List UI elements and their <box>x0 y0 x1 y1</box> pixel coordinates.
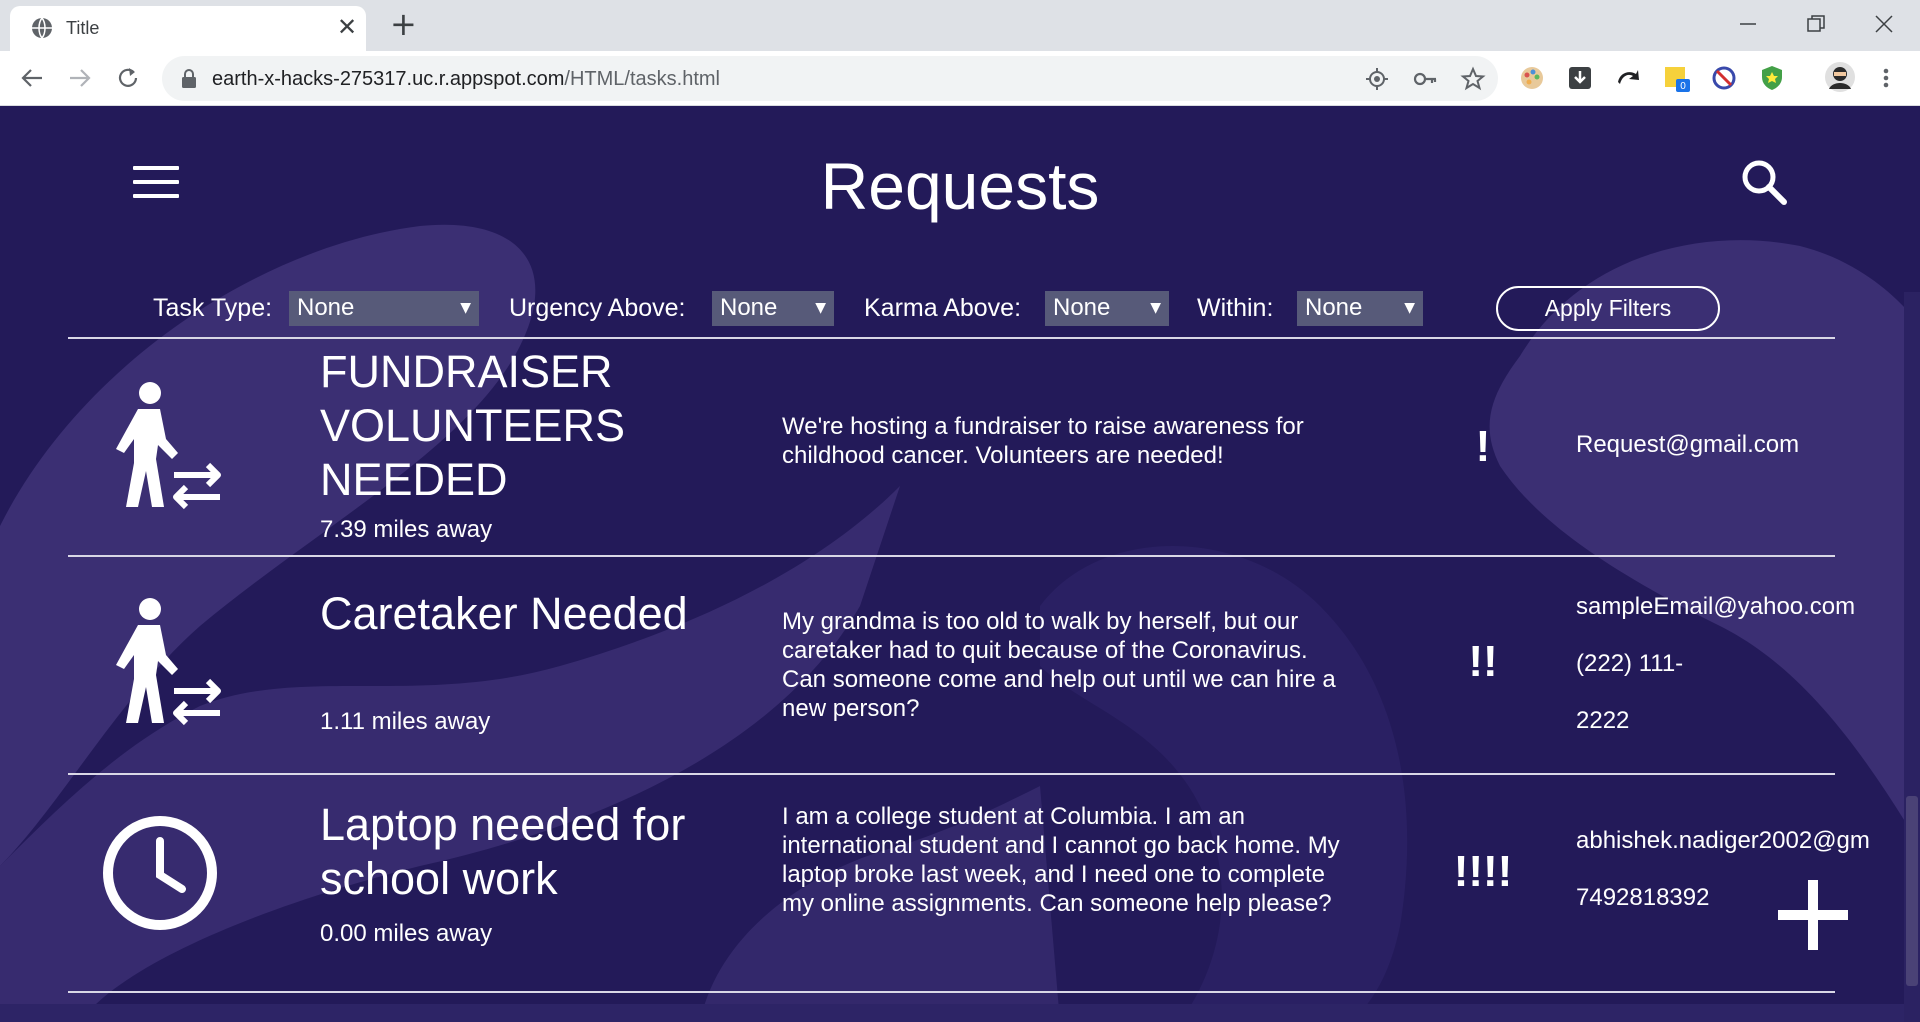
task-type-select[interactable]: None ▼ <box>289 291 479 326</box>
urgency-indicator: !! <box>1468 637 1498 686</box>
apply-filters-button[interactable]: Apply Filters <box>1496 286 1720 331</box>
star-icon[interactable] <box>1460 66 1486 92</box>
url-host: earth-x-hacks-275317.uc.r.appspot.com <box>212 68 565 90</box>
request-description: I am a college student at Columbia. I am… <box>782 803 1340 917</box>
scrollbar-thumb[interactable] <box>1906 796 1918 986</box>
request-title: Caretaker Needed <box>320 588 688 639</box>
tab-title: Title <box>66 18 100 38</box>
palette-extension-icon[interactable] <box>1518 64 1546 92</box>
profile-avatar-icon[interactable] <box>1824 61 1856 93</box>
extension-badge: 0 <box>1680 81 1686 92</box>
back-icon[interactable] <box>18 64 46 92</box>
url-path: /HTML/tasks.html <box>564 68 720 90</box>
divider <box>68 991 1835 993</box>
contact-phone-continued: 2222 <box>1576 707 1630 734</box>
contact-phone: 7492818392 <box>1576 884 1710 911</box>
karma-above-label: Karma Above: <box>864 294 1022 322</box>
request-description: We're hosting a fundraiser to raise awar… <box>782 413 1304 469</box>
download-extension-icon[interactable] <box>1566 64 1594 92</box>
menu-dots-icon[interactable] <box>1876 64 1896 92</box>
karma-above-select[interactable]: None ▼ <box>1045 291 1169 326</box>
block-extension-icon[interactable] <box>1710 64 1738 92</box>
request-distance: 7.39 miles away <box>320 516 493 543</box>
request-title: FUNDRAISER VOLUNTEERS NEEDED <box>320 346 626 505</box>
task-type-label: Task Type: <box>153 294 273 322</box>
contact-email: Request@gmail.com <box>1576 431 1800 458</box>
close-window-icon[interactable] <box>1872 12 1896 36</box>
contact-email: sampleEmail@yahoo.com <box>1576 593 1856 620</box>
browser-tab[interactable]: Title ✕ <box>10 6 366 51</box>
url-text: earth-x-hacks-275317.uc.r.appspot.com/HT… <box>212 68 720 91</box>
request-distance: 0.00 miles away <box>320 920 493 947</box>
person-exchange-icon <box>116 382 221 510</box>
within-value: None <box>1305 294 1363 321</box>
arrow-extension-icon[interactable] <box>1614 64 1642 92</box>
request-row[interactable]: Caretaker Needed 1.11 miles away My gran… <box>68 557 1868 773</box>
dropdown-arrow-icon: ▼ <box>815 300 826 316</box>
search-icon[interactable] <box>1740 158 1788 206</box>
karma-above-value: None <box>1053 294 1111 321</box>
address-bar[interactable]: earth-x-hacks-275317.uc.r.appspot.com/HT… <box>162 56 1498 101</box>
globe-icon <box>32 17 52 39</box>
within-select[interactable]: None ▼ <box>1297 291 1423 326</box>
dropdown-arrow-icon: ▼ <box>460 300 471 316</box>
request-row[interactable]: FUNDRAISER VOLUNTEERS NEEDED 7.39 miles … <box>68 339 1868 555</box>
location-icon[interactable] <box>1364 66 1390 92</box>
urgency-above-label: Urgency Above: <box>509 294 686 322</box>
filters-bar: Task Type: None ▼ Urgency Above: None ▼ … <box>0 286 1920 334</box>
requests-page: Requests Task Type: None ▼ Urgency Above… <box>0 106 1920 1022</box>
tab-close-icon[interactable]: ✕ <box>337 16 357 40</box>
request-title: Laptop needed for school work <box>320 799 686 904</box>
urgency-above-value: None <box>720 294 778 321</box>
browser-toolbar: earth-x-hacks-275317.uc.r.appspot.com/HT… <box>0 51 1920 106</box>
clock-icon <box>103 816 217 930</box>
urgency-indicator: ! <box>1475 422 1491 471</box>
contact-phone: (222) 111- <box>1576 650 1684 677</box>
request-row[interactable]: Laptop needed for school work 0.00 miles… <box>68 775 1870 991</box>
key-icon[interactable] <box>1412 66 1438 92</box>
task-type-value: None <box>297 294 355 321</box>
urgency-indicator: !!!! <box>1453 847 1513 896</box>
page-title: Requests <box>820 149 1100 223</box>
reload-icon[interactable] <box>114 64 142 92</box>
new-tab-button[interactable]: + <box>390 8 417 40</box>
urgency-above-select[interactable]: None ▼ <box>712 291 834 326</box>
minimize-icon[interactable] <box>1736 12 1760 36</box>
lock-icon[interactable] <box>180 68 198 89</box>
browser-tab-strip: Title ✕ + <box>0 0 1920 51</box>
dropdown-arrow-icon: ▼ <box>1404 300 1415 316</box>
person-exchange-icon <box>116 598 221 726</box>
add-request-icon[interactable] <box>1776 878 1850 952</box>
request-distance: 1.11 miles away <box>320 708 491 735</box>
notes-extension-icon[interactable]: 0 <box>1662 64 1690 92</box>
contact-email: abhishek.nadiger2002@gm <box>1576 827 1870 854</box>
within-label: Within: <box>1197 294 1274 322</box>
shield-extension-icon[interactable] <box>1758 64 1786 92</box>
restore-icon[interactable] <box>1804 12 1828 36</box>
dropdown-arrow-icon: ▼ <box>1150 300 1161 316</box>
horizontal-scrollbar[interactable] <box>0 1004 1904 1022</box>
request-description: My grandma is too old to walk by herself… <box>782 608 1336 722</box>
forward-icon[interactable] <box>66 64 94 92</box>
